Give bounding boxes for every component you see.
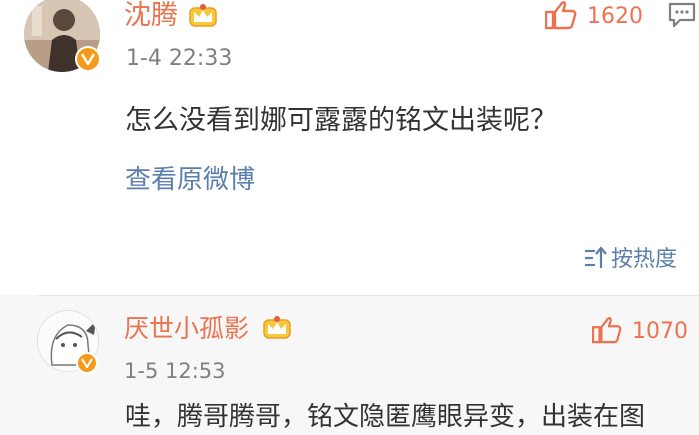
comment-content: 怎么没看到娜可露露的铭文出装呢？	[125, 105, 557, 136]
like-button[interactable]: 1620	[544, 0, 643, 34]
view-original-link[interactable]: 查看原微博	[125, 164, 255, 196]
reply-time: 1-5 12:53	[124, 359, 226, 383]
verified-badge-icon	[75, 46, 101, 72]
verified-badge-icon	[76, 352, 98, 374]
reply-username[interactable]: 厌世小孤影	[124, 313, 249, 345]
like-count: 1620	[587, 4, 643, 29]
vip-crown-icon	[188, 2, 218, 32]
sort-by-hot-button[interactable]: 按热度	[583, 246, 677, 274]
reply-content: 哇，腾哥腾哥，铭文隐匿鹰眼异变，出装在图	[125, 402, 646, 432]
sort-icon	[583, 246, 607, 274]
thumbs-up-icon	[544, 0, 577, 34]
sort-label: 按热度	[611, 247, 678, 272]
divider	[38, 295, 699, 296]
comment-username[interactable]: 沈腾	[124, 0, 178, 32]
reply-like-count: 1070	[632, 319, 688, 344]
comment-reply-icon[interactable]	[668, 2, 696, 32]
vip-crown-icon	[262, 314, 292, 344]
thumbs-up-icon	[591, 316, 622, 348]
reply-like-button[interactable]: 1070	[591, 316, 688, 348]
comment-time: 1-4 22:33	[126, 46, 233, 71]
